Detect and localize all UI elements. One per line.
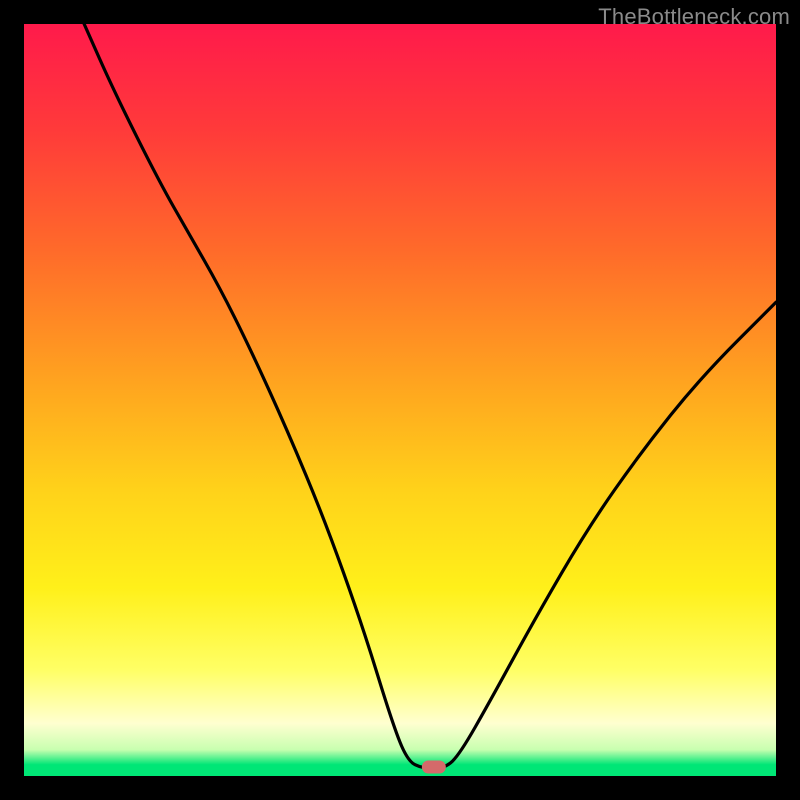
optimal-marker bbox=[422, 760, 446, 773]
plot-area bbox=[24, 24, 776, 776]
chart-svg bbox=[24, 24, 776, 776]
chart-frame: TheBottleneck.com bbox=[0, 0, 800, 800]
watermark-text: TheBottleneck.com bbox=[598, 4, 790, 30]
